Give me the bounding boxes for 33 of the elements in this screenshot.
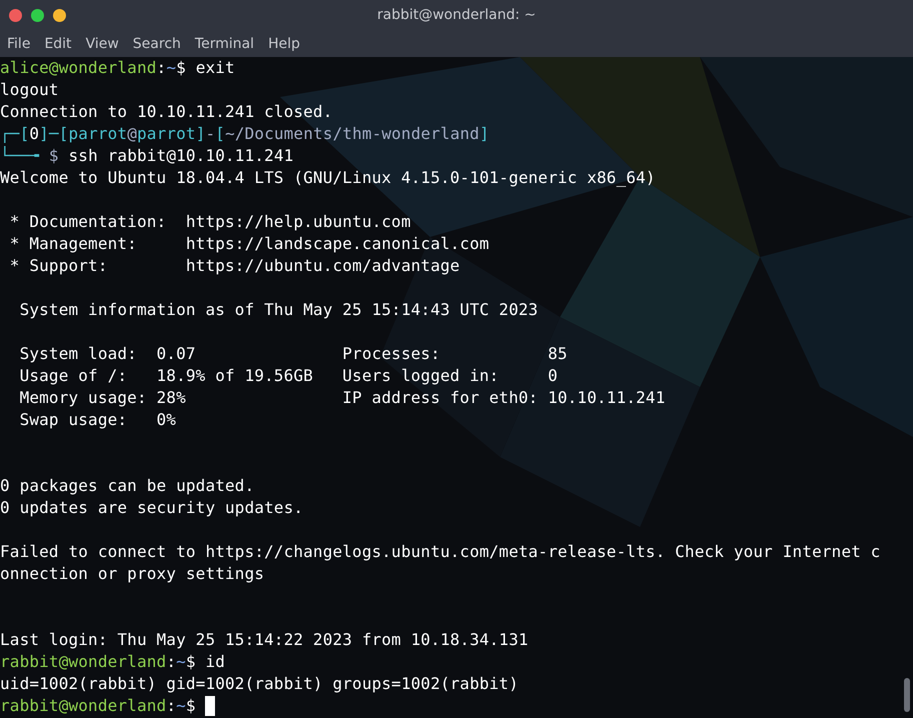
menu-item[interactable]: File [7, 36, 38, 52]
terminal-output: Welcome to Ubuntu 18.04.4 LTS (GNU/Linux 4.15.0-101-generic x86_64) [0, 167, 656, 189]
shell-prompt: ┌─[0]─[parrot@parrot]-[~/Documents/thm-wonderland] [0, 123, 490, 145]
terminal-output: * Support: https://ubuntu.com/advantage [8, 255, 460, 277]
terminal-output: * Management: https://landscape.canonical.com [8, 233, 490, 255]
menu-item[interactable]: Edit [44, 36, 79, 52]
terminal-output: Swap usage: 0% [18, 409, 176, 431]
menu-item[interactable]: View [86, 36, 126, 52]
window-button[interactable] [53, 8, 66, 22]
terminal-output: onnection or proxy settings [0, 563, 264, 585]
terminal-output: Memory usage: 28% IP address for eth0: 10.10.11.241 [18, 387, 666, 409]
shell-prompt: └──╼ $ ssh rabbit@10.10.11.241 [0, 145, 294, 167]
terminal-output: * Documentation: https://help.ubuntu.com [8, 211, 411, 233]
terminal-output: Failed to connect to https://changelogs.ubuntu.com/meta-release-lts. Check your Internet c [0, 541, 880, 563]
shell-prompt: alice@wonderland:~$ exit [0, 57, 235, 79]
window-title: rabbit@wonderland: ~ [377, 7, 536, 23]
terminal-output: logout [0, 79, 59, 101]
window-button[interactable] [31, 8, 44, 22]
terminal-output: System information as of Thu May 25 15:14:43 UTC 2023 [18, 299, 538, 321]
terminal-output: uid=1002(rabbit) gid=1002(rabbit) groups=1002(rabbit) [0, 673, 518, 695]
shell-prompt: rabbit@wonderland:~$ id [0, 651, 226, 673]
menu-item[interactable]: Help [268, 36, 307, 52]
terminal-output: System load: 0.07 Processes: 85 [18, 343, 568, 365]
window-button[interactable] [9, 8, 22, 22]
menu-item[interactable]: Terminal [194, 36, 262, 52]
terminal-output: 0 packages can be updated. [0, 475, 254, 497]
menu-item[interactable]: Search [132, 36, 188, 52]
terminal-output: Last login: Thu May 25 15:14:22 2023 from 10.18.34.131 [0, 629, 528, 651]
scrollbar[interactable] [904, 678, 910, 712]
terminal-output: 0 updates are security updates. [0, 497, 304, 519]
shell-prompt: rabbit@wonderland:~$ [0, 695, 197, 717]
terminal-output: Usage of /: 18.9% of 19.56GB Users logged in: 0 [18, 365, 558, 387]
terminal-output: Connection to 10.10.11.241 closed. [0, 101, 333, 123]
